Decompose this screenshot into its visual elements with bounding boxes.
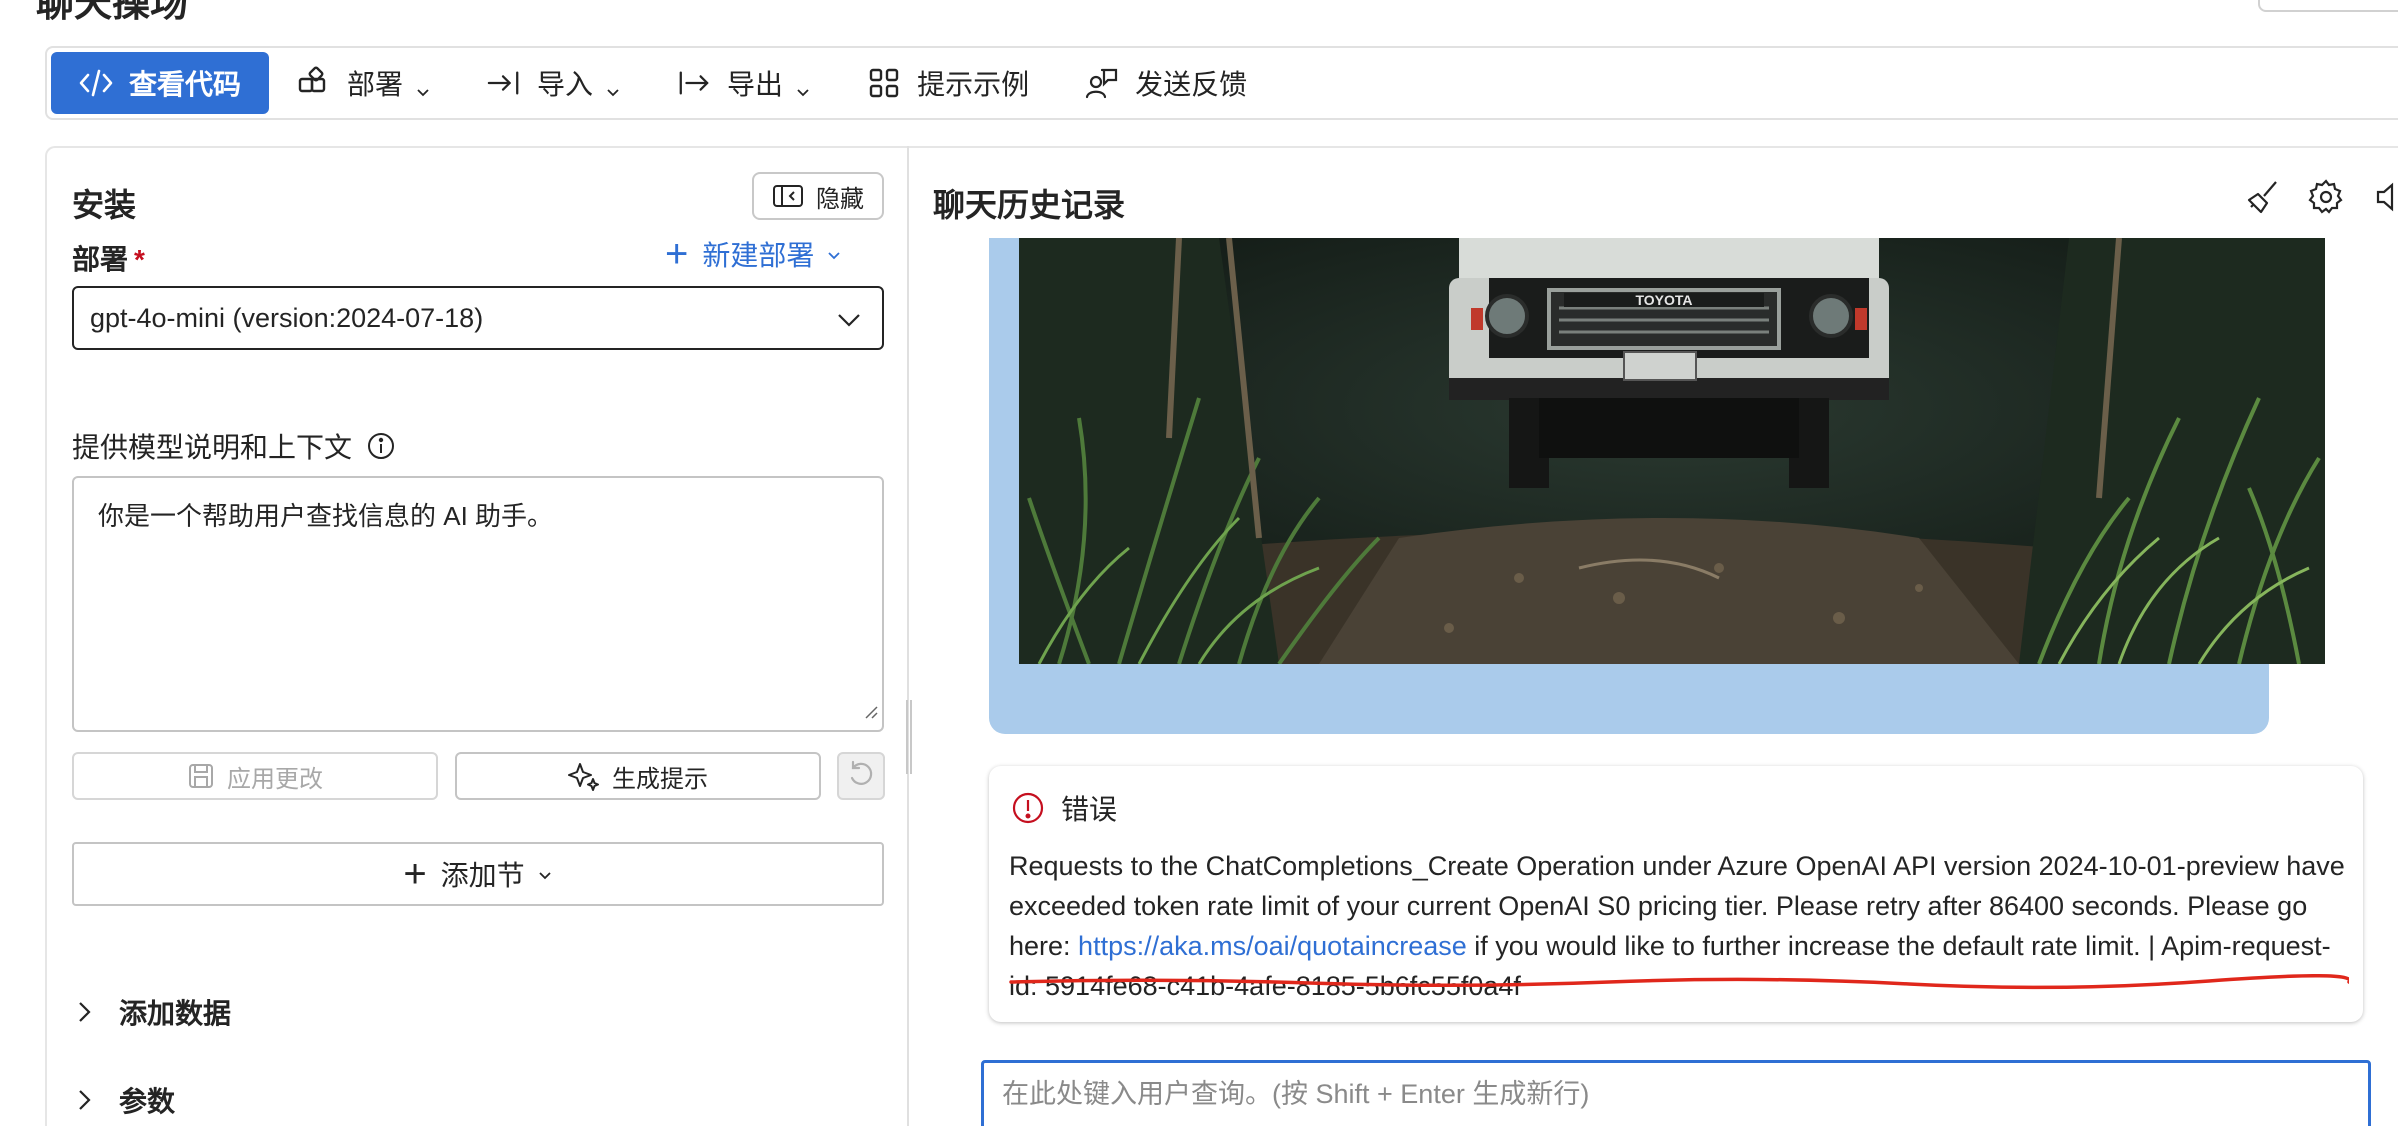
chevron-down-icon xyxy=(605,75,621,97)
error-header: 错误 xyxy=(1011,788,1117,828)
deploy-menu-button[interactable]: 部署 xyxy=(269,52,459,114)
deployment-value: gpt-4o-mini (version:2024-07-18) xyxy=(90,302,484,333)
chevron-down-icon xyxy=(415,75,431,97)
setup-title: 安装 xyxy=(72,187,137,223)
plus-icon: + xyxy=(665,232,689,276)
code-icon xyxy=(79,66,113,100)
panel-collapse-icon xyxy=(772,184,804,208)
view-code-label: 查看代码 xyxy=(129,69,242,100)
import-label: 导入 xyxy=(537,69,594,100)
add-data-expander[interactable]: 添加数据 xyxy=(75,992,231,1032)
chevron-down-icon xyxy=(795,75,811,97)
sparkle-icon xyxy=(568,761,600,791)
import-icon xyxy=(487,66,521,100)
toolbar: 查看代码 部署 导入 导出 提示示例 发送反馈 xyxy=(45,46,2398,120)
hide-label: 隐藏 xyxy=(816,185,864,213)
top-right-control[interactable] xyxy=(2258,0,2398,12)
generate-prompt-button[interactable]: 生成提示 xyxy=(455,752,821,800)
required-mark: * xyxy=(134,244,145,275)
send-feedback-label: 发送反馈 xyxy=(1135,69,1248,100)
deploy-label: 部署 xyxy=(347,69,404,100)
export-icon xyxy=(677,66,711,100)
export-menu-button[interactable]: 导出 xyxy=(649,52,839,114)
parameters-expander[interactable]: 参数 xyxy=(75,1080,175,1120)
send-feedback-button[interactable]: 发送反馈 xyxy=(1057,52,1275,114)
system-message-text: 你是一个帮助用户查找信息的 AI 助手。 xyxy=(98,501,554,531)
system-message-textarea[interactable]: 你是一个帮助用户查找信息的 AI 助手。 xyxy=(72,476,884,732)
truck-brand-text: TOYOTA xyxy=(1635,292,1692,308)
error-message-card: 错误 Requests to the ChatCompletions_Creat… xyxy=(989,766,2363,1022)
deployment-select[interactable]: gpt-4o-mini (version:2024-07-18) xyxy=(72,286,884,350)
deployment-label: 部署 * xyxy=(72,244,145,275)
attached-image[interactable]: TOYOTA xyxy=(1019,238,2325,664)
view-code-button[interactable]: 查看代码 xyxy=(51,52,270,114)
red-underline-annotation xyxy=(1009,974,2349,990)
plus-icon: + xyxy=(403,852,427,896)
apply-changes-button[interactable]: 应用更改 xyxy=(72,752,438,800)
info-icon[interactable] xyxy=(366,431,396,461)
grid-icon xyxy=(867,66,901,100)
reset-button[interactable] xyxy=(837,752,885,800)
chevron-down-icon xyxy=(537,858,553,890)
chevron-right-icon xyxy=(75,1000,93,1024)
quota-increase-link[interactable]: https://aka.ms/oai/quotaincrease xyxy=(1078,931,1467,961)
broom-clear-icon[interactable] xyxy=(2245,178,2283,216)
error-text: Requests to the ChatCompletions_Create O… xyxy=(1009,846,2349,1006)
save-icon xyxy=(187,762,215,790)
error-icon xyxy=(1011,791,1045,825)
speaker-icon[interactable] xyxy=(2369,178,2398,216)
chevron-down-icon xyxy=(836,308,862,339)
user-query-input-box[interactable] xyxy=(981,1060,2371,1126)
page-title: 聊天操场 xyxy=(36,0,189,25)
user-query-input[interactable] xyxy=(1002,1079,2350,1110)
hide-panel-button[interactable]: 隐藏 xyxy=(752,172,884,220)
import-menu-button[interactable]: 导入 xyxy=(459,52,649,114)
new-deployment-link[interactable]: + 新建部署 xyxy=(665,234,842,274)
undo-icon xyxy=(846,759,876,794)
setup-panel: 安装 隐藏 部署 * + 新建部署 gpt-4o-mini (version:20… xyxy=(45,146,907,1126)
chat-history-title: 聊天历史记录 xyxy=(933,187,1126,223)
gear-icon[interactable] xyxy=(2307,178,2345,216)
error-title: 错误 xyxy=(1061,794,1118,825)
context-label: 提供模型说明和上下文 xyxy=(72,426,396,466)
prompt-samples-label: 提示示例 xyxy=(917,69,1030,100)
user-message-bubble: TOYOTA xyxy=(989,238,2325,734)
prompt-samples-button[interactable]: 提示示例 xyxy=(839,52,1057,114)
add-section-button[interactable]: + 添加节 xyxy=(72,842,884,906)
feedback-icon xyxy=(1085,66,1119,100)
deploy-icon xyxy=(297,66,331,100)
chat-toolbar xyxy=(2245,178,2398,216)
export-label: 导出 xyxy=(727,69,784,100)
chevron-down-icon xyxy=(826,238,842,270)
chevron-right-icon xyxy=(75,1088,93,1112)
chat-panel: 聊天历史记录 TOYOTA 错误 Requests to the ChatCom… xyxy=(909,146,2398,1126)
resize-handle-icon[interactable] xyxy=(862,695,878,726)
